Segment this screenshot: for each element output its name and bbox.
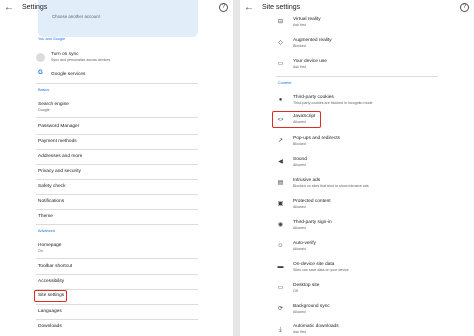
accessibility-item[interactable]: Accessibility — [38, 279, 64, 284]
third-party-cookies-item[interactable]: Third-party cookies — [293, 95, 334, 100]
section-content: Content — [278, 81, 292, 85]
augmented-reality-sub: Blocked — [293, 44, 306, 48]
desktop-icon: ▭ — [277, 285, 284, 291]
popups-redirects-sub: Blocked — [293, 142, 306, 146]
divider — [36, 179, 198, 180]
site-settings-panel: ← Site settings ? ⊟ Virtual reality Ask … — [240, 0, 474, 336]
sound-item[interactable]: Sound — [293, 157, 307, 162]
turn-on-sync-sub: Sync and personalize across devices — [51, 58, 111, 62]
back-arrow-icon[interactable]: ← — [244, 2, 254, 14]
on-device-data-item[interactable]: On-device site data — [293, 262, 334, 267]
divider — [36, 149, 198, 150]
settings-header: ← Settings ? — [0, 0, 233, 17]
background-sync-item[interactable]: Background sync — [293, 304, 330, 309]
page-title: Site settings — [262, 4, 301, 11]
verify-icon: ☺ — [277, 243, 284, 249]
help-icon[interactable]: ? — [460, 3, 469, 12]
toolbar-shortcut-item[interactable]: Toolbar shortcut — [38, 264, 72, 269]
section-basics: Basics — [38, 88, 50, 92]
divider — [36, 224, 198, 225]
avatar — [36, 53, 45, 62]
desktop-site-sub: Off — [293, 289, 298, 293]
virtual-reality-sub: Ask first — [293, 23, 306, 27]
vr-icon: ⊟ — [277, 19, 284, 25]
divider — [36, 258, 198, 259]
intrusive-ads-item[interactable]: Intrusive ads — [293, 178, 320, 183]
protected-content-sub: Allowed — [293, 205, 306, 209]
protected-icon: ▣ — [277, 201, 284, 207]
addresses-item[interactable]: Addresses and more — [38, 154, 82, 159]
javascript-sub: Allowed — [293, 120, 306, 124]
safety-check-item[interactable]: Safety check — [38, 184, 65, 189]
section-you-and-google: You and Google — [38, 37, 66, 41]
signin-icon: ◉ — [277, 222, 284, 228]
sync-icon: ⟳ — [277, 306, 284, 312]
divider — [36, 83, 198, 84]
divider — [36, 134, 198, 135]
page-title: Settings — [22, 4, 48, 11]
virtual-reality-item[interactable]: Virtual reality — [293, 17, 321, 22]
divider — [36, 209, 198, 210]
google-g-icon: G — [38, 70, 43, 76]
protected-content-item[interactable]: Protected content — [293, 199, 331, 204]
ads-icon: ▤ — [277, 180, 284, 186]
google-services-item[interactable]: Google services — [51, 72, 85, 77]
site-settings-header: ← Site settings ? — [240, 0, 474, 17]
divider — [36, 117, 198, 118]
homepage-item[interactable]: Homepage — [38, 243, 61, 248]
background-sync-sub: Allowed — [293, 310, 306, 314]
intrusive-ads-sub: Blocked on sites that tend to show intru… — [293, 184, 369, 188]
password-manager-item[interactable]: Password Manager — [38, 124, 79, 129]
download-icon: ⤓ — [279, 327, 282, 333]
back-arrow-icon[interactable]: ← — [4, 2, 14, 14]
device-use-sub: Ask first — [293, 65, 306, 69]
desktop-site-item[interactable]: Desktop site — [293, 283, 319, 288]
privacy-security-item[interactable]: Privacy and security — [38, 169, 81, 174]
storage-icon: ▬ — [277, 264, 284, 270]
turn-on-sync-label[interactable]: Turn on sync — [51, 52, 79, 57]
on-device-data-sub: Sites can save data on your device — [293, 268, 349, 272]
payment-methods-item[interactable]: Payment methods — [38, 139, 77, 144]
automatic-downloads-item[interactable]: Automatic downloads — [293, 324, 339, 329]
search-engine-sub: Google — [38, 108, 50, 112]
javascript-item[interactable]: JavaScript — [293, 114, 315, 119]
settings-panel: Choose another account ← Settings ? You … — [0, 0, 233, 336]
homepage-sub: On — [38, 249, 43, 253]
code-icon: <> — [277, 117, 284, 123]
auto-verify-item[interactable]: Auto-verify — [293, 241, 316, 246]
device-use-icon: ▭ — [277, 61, 284, 67]
divider — [276, 76, 438, 77]
cookie-icon: ● — [278, 97, 283, 103]
divider — [36, 319, 198, 320]
theme-item[interactable]: Theme — [38, 214, 53, 219]
device-use-item[interactable]: Your device use — [293, 59, 327, 64]
third-party-cookies-sub: Third-party cookies are blocked in Incog… — [293, 101, 373, 105]
augmented-reality-item[interactable]: Augmented reality — [293, 38, 332, 43]
notifications-item[interactable]: Notifications — [38, 199, 64, 204]
sound-icon: ◀ — [278, 159, 283, 165]
popups-redirects-item[interactable]: Pop-ups and redirects — [293, 136, 340, 141]
divider — [36, 274, 198, 275]
divider — [36, 304, 198, 305]
search-engine-item[interactable]: Search engine — [38, 102, 69, 107]
site-settings-item[interactable]: Site settings — [38, 293, 64, 298]
help-icon[interactable]: ? — [219, 3, 228, 12]
divider — [36, 194, 198, 195]
automatic-downloads-sub: Ask first — [293, 330, 306, 334]
sound-sub: Allowed — [293, 163, 306, 167]
auto-verify-sub: Allowed — [293, 247, 306, 251]
languages-item[interactable]: Languages — [38, 309, 62, 314]
third-party-signin-sub: Allowed — [293, 226, 306, 230]
downloads-item[interactable]: Downloads — [38, 324, 62, 329]
section-advanced: Advanced — [38, 229, 55, 233]
third-party-signin-item[interactable]: Third-party sign-in — [293, 220, 332, 225]
divider — [36, 164, 198, 165]
ar-icon: ◇ — [278, 40, 283, 46]
popup-icon: ↗ — [277, 138, 284, 144]
